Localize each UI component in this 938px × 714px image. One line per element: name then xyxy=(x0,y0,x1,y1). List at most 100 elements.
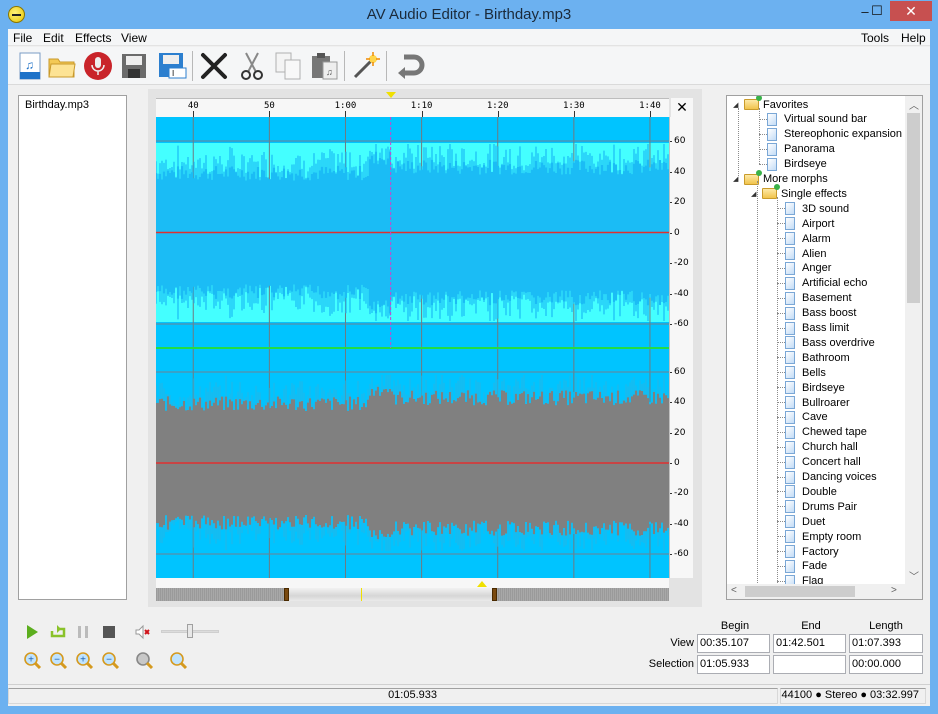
menu-effects[interactable]: Effects xyxy=(75,31,111,45)
tree-vertical-scrollbar[interactable]: ︿ ﹀ xyxy=(905,96,922,584)
tree-item-effect[interactable]: Artificial echo xyxy=(785,276,867,291)
tree-vscroll-thumb[interactable] xyxy=(907,113,920,303)
tree-item-effect[interactable]: Duet xyxy=(785,514,825,529)
zoom-selection-button[interactable] xyxy=(168,649,188,670)
menu-tools[interactable]: Tools xyxy=(861,31,889,45)
copy-button[interactable] xyxy=(272,50,304,82)
view-begin-field[interactable]: 00:35.107 xyxy=(697,634,770,653)
zoom-in-vertical-icon: + xyxy=(76,652,94,670)
tree-item-effect[interactable]: Chewed tape xyxy=(785,425,867,440)
time-ruler[interactable]: 40 50 1:00 1:10 1:20 1:30 1:40 xyxy=(156,98,669,118)
cut-button[interactable] xyxy=(236,50,268,82)
tree-item-effect[interactable]: Anger xyxy=(785,261,831,276)
scroll-down-icon[interactable]: ﹀ xyxy=(909,568,919,583)
playhead-marker-top[interactable] xyxy=(385,92,396,98)
undo-button[interactable] xyxy=(394,50,426,82)
overview-view-window[interactable] xyxy=(287,588,492,601)
menu-help[interactable]: Help xyxy=(901,31,926,45)
tree-item-effect[interactable]: Alien xyxy=(785,246,826,261)
close-button[interactable]: ✕ xyxy=(890,1,932,21)
close-waveform-button[interactable]: ✕ xyxy=(671,98,693,117)
tree-item-effect[interactable]: Birdseye xyxy=(785,380,845,395)
tree-horizontal-scrollbar[interactable]: < > xyxy=(727,584,922,599)
expand-arrow-icon[interactable]: ◢ xyxy=(751,190,760,198)
tree-item-effect[interactable]: Factory xyxy=(785,544,839,559)
tree-item-effect[interactable]: Stereophonic expansion xyxy=(767,127,902,142)
tree-item-effect[interactable]: Church hall xyxy=(785,440,858,455)
scroll-up-icon[interactable]: ︿ xyxy=(909,97,919,112)
selection-begin-field[interactable]: 01:05.933 xyxy=(697,655,770,674)
selection-length-field[interactable]: 00:00.000 xyxy=(849,655,923,674)
scroll-right-icon[interactable]: > xyxy=(891,585,897,596)
tree-item-effect[interactable]: Airport xyxy=(785,216,834,231)
tree-item-effect[interactable]: Bass overdrive xyxy=(785,335,875,350)
overview-left-handle[interactable] xyxy=(283,588,289,601)
zoom-in-horizontal-button[interactable]: + xyxy=(22,649,42,670)
zoom-fit-button[interactable] xyxy=(134,649,154,670)
maximize-button[interactable]: ☐ xyxy=(864,1,890,21)
menu-view[interactable]: View xyxy=(121,31,147,45)
scroll-left-icon[interactable]: < xyxy=(731,585,737,596)
tree-item-effect[interactable]: Bullroarer xyxy=(785,395,850,410)
tree-connector-line xyxy=(777,312,785,314)
stop-button[interactable] xyxy=(100,623,118,641)
overview-right-handle[interactable] xyxy=(491,588,497,601)
zoom-in-vertical-button[interactable]: + xyxy=(74,649,94,670)
file-item-birthday[interactable]: Birthday.mp3 xyxy=(25,99,89,111)
tree-item-effect[interactable]: Bass limit xyxy=(785,321,849,336)
file-list: Birthday.mp3 xyxy=(18,95,127,600)
tree-item-effect[interactable]: Bells xyxy=(785,365,826,380)
waveform-canvas[interactable] xyxy=(156,117,669,578)
tree-item-effect[interactable]: Bass boost xyxy=(785,306,856,321)
menu-edit[interactable]: Edit xyxy=(43,31,64,45)
tree-item-effect[interactable]: Alarm xyxy=(785,231,831,246)
selection-end-field[interactable] xyxy=(773,655,846,674)
tree-item-effect[interactable]: Empty room xyxy=(785,529,861,544)
tree-item-effect[interactable]: Cave xyxy=(785,410,828,425)
overview-scrollbar[interactable] xyxy=(156,588,669,601)
zoom-out-horizontal-button[interactable]: − xyxy=(48,649,68,670)
menu-file[interactable]: File xyxy=(13,31,32,45)
mute-button[interactable] xyxy=(134,623,152,641)
tree-item-effect[interactable]: Fade xyxy=(785,559,827,574)
tree-group-single-effects[interactable]: ◢ Single effects xyxy=(751,184,847,201)
save-as-button[interactable]: I xyxy=(156,50,188,82)
new-file-button[interactable]: ♫ xyxy=(14,50,46,82)
toolbar-separator xyxy=(192,51,193,81)
tree-item-effect[interactable]: Panorama xyxy=(767,142,835,157)
volume-slider-thumb[interactable] xyxy=(187,624,193,638)
zoom-out-vertical-button[interactable]: − xyxy=(100,649,120,670)
view-end-field[interactable]: 01:42.501 xyxy=(773,634,846,653)
tree-item-effect[interactable]: Bathroom xyxy=(785,350,850,365)
tree-hscroll-thumb[interactable] xyxy=(745,586,855,597)
save-button[interactable] xyxy=(118,50,150,82)
tree-item-effect[interactable]: Dancing voices xyxy=(785,470,877,485)
pause-button[interactable] xyxy=(74,623,92,641)
expand-arrow-icon[interactable]: ◢ xyxy=(733,175,742,183)
tree-item-effect[interactable]: Concert hall xyxy=(785,455,861,470)
playhead-marker-bottom[interactable] xyxy=(476,581,487,587)
tree-group-favorites[interactable]: ◢ Favorites xyxy=(733,96,808,112)
tree-item-effect[interactable]: Birdseye xyxy=(767,157,827,172)
tree-group-more-morphs[interactable]: ◢ More morphs xyxy=(733,169,828,187)
play-button[interactable] xyxy=(23,623,41,641)
paste-button[interactable]: ♫ xyxy=(308,50,340,82)
tree-connector-line xyxy=(777,197,778,589)
tree-item-effect[interactable]: 3D sound xyxy=(785,201,849,216)
tree-item-effect[interactable]: Basement xyxy=(785,291,852,306)
effects-button[interactable] xyxy=(350,50,382,82)
zoom-selection-icon xyxy=(170,652,188,670)
amplitude-axis: 60 40 20 0 -20 -40 -60 60 40 20 0 -20 -40 -60 xyxy=(669,117,693,578)
view-length-field[interactable]: 01:07.393 xyxy=(849,634,923,653)
record-button[interactable] xyxy=(82,50,114,82)
tree-item-effect[interactable]: Double xyxy=(785,484,837,499)
effect-preset-icon xyxy=(767,142,777,156)
delete-button[interactable] xyxy=(198,50,230,82)
stop-icon xyxy=(103,626,115,638)
open-button[interactable] xyxy=(46,50,78,82)
tree-item-label: Alarm xyxy=(802,232,831,245)
loop-button[interactable] xyxy=(49,623,67,641)
tree-item-effect[interactable]: Drums Pair xyxy=(785,499,857,514)
effect-preset-icon xyxy=(785,351,795,365)
tree-item-effect[interactable]: Virtual sound bar xyxy=(767,112,867,127)
